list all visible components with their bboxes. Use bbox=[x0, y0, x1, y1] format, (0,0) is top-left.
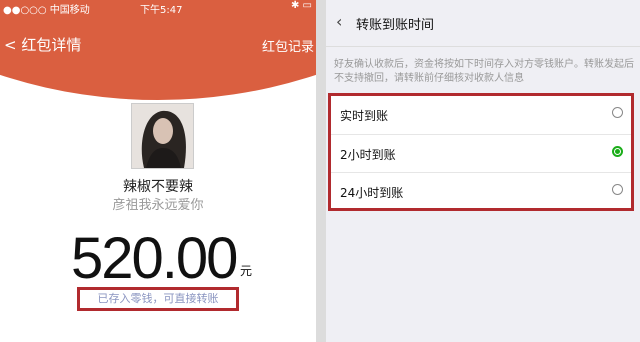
chevron-left-icon[interactable]: ‹ bbox=[336, 12, 342, 31]
option-label: 24小时到账 bbox=[340, 186, 404, 200]
blessing-message: 彦祖我永远爱你 bbox=[112, 198, 204, 213]
battery-icon: ✱ ▭ bbox=[290, 0, 312, 11]
avatar bbox=[131, 103, 194, 169]
amount-value: 520.00 bbox=[71, 226, 238, 291]
red-packet-detail-screen: ●●○○○ 中国移动 下午5:47 ✱ ▭ < 红包详情 红包记录 辣椒不要辣 … bbox=[0, 0, 316, 342]
back-button[interactable]: < 红包详情 bbox=[4, 34, 81, 55]
option-realtime[interactable]: 实时到账 bbox=[331, 96, 631, 133]
status-bar: ●●○○○ 中国移动 下午5:47 ✱ ▭ bbox=[0, 0, 316, 16]
radio-unchecked-icon[interactable] bbox=[612, 107, 623, 118]
sender-name: 辣椒不要辣 bbox=[123, 179, 193, 195]
carrier-label: ●●○○○ 中国移动 bbox=[3, 5, 90, 16]
option-24-hours[interactable]: 24小时到账 bbox=[331, 172, 631, 210]
option-label: 实时到账 bbox=[340, 109, 389, 123]
radio-unchecked-icon[interactable] bbox=[612, 184, 623, 195]
page-title: 转账到账时间 bbox=[356, 18, 435, 33]
amount-unit: 元 bbox=[240, 264, 253, 278]
option-label: 2小时到账 bbox=[340, 148, 396, 162]
radio-checked-icon[interactable] bbox=[612, 146, 623, 157]
status-time: 下午5:47 bbox=[140, 5, 183, 16]
avatar-portrait-icon bbox=[132, 104, 193, 168]
red-packet-records-link[interactable]: 红包记录 bbox=[262, 36, 314, 55]
transfer-time-options: 实时到账 2小时到账 24小时到账 bbox=[328, 93, 634, 211]
option-2-hours[interactable]: 2小时到账 bbox=[331, 134, 631, 172]
transfer-time-screen: ‹ 转账到账时间 好友确认收款后，资金将按如下时间存入对方零钱账户。转账发起后不… bbox=[326, 0, 640, 342]
saved-to-balance-link[interactable]: 已存入零钱，可直接转账 bbox=[0, 290, 316, 306]
header: ‹ 转账到账时间 bbox=[326, 0, 640, 47]
transfer-note: 好友确认收款后，资金将按如下时间存入对方零钱账户。转账发起后不支持撤回，请转账前… bbox=[334, 59, 634, 84]
